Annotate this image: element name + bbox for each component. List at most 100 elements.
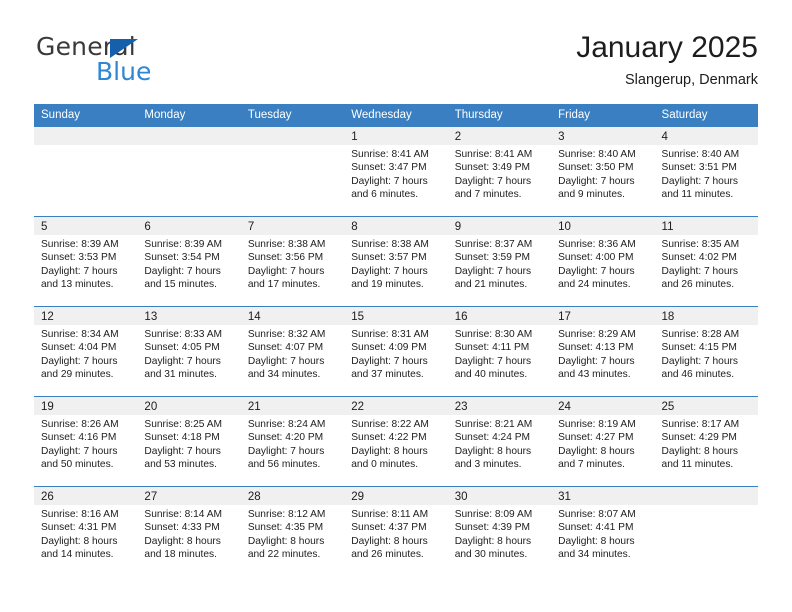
- sunset-text: Sunset: 3:47 PM: [351, 162, 427, 174]
- calendar-day-cell[interactable]: 24 Sunrise: 8:19 AM Sunset: 4:27 PM Dayligh…: [551, 396, 655, 486]
- brand-triangle-icon: [110, 39, 138, 58]
- day-number: 13: [144, 311, 158, 323]
- calendar-day-cell[interactable]: 22 Sunrise: 8:22 AM Sunset: 4:22 PM Dayligh…: [344, 396, 448, 486]
- sunrise-text: Sunrise: 8:16 AM: [41, 509, 119, 520]
- calendar-day-cell[interactable]: 21 Sunrise: 8:24 AM Sunset: 4:20 PM Dayligh…: [240, 396, 345, 486]
- daylight-text-line1: Daylight: 7 hours: [558, 265, 635, 277]
- calendar-day-cell[interactable]: 5 Sunrise: 8:39 AM Sunset: 3:53 PM Daylight…: [34, 216, 138, 306]
- calendar-day-cell[interactable]: 31 Sunrise: 8:07 AM Sunset: 4:41 PM Dayligh…: [551, 486, 655, 576]
- daylight-text-line2: and 29 minutes.: [41, 369, 114, 381]
- daylight-text-line2: and 46 minutes.: [661, 369, 735, 381]
- sunrise-text: Sunrise: 8:11 AM: [351, 509, 429, 520]
- daylight-text-line1: Daylight: 7 hours: [661, 265, 738, 277]
- daylight-text-line1: Daylight: 8 hours: [454, 445, 532, 457]
- weekday-header-row: Sunday Monday Tuesday Wednesday Thursday…: [34, 104, 758, 126]
- sunrise-text: Sunrise: 8:19 AM: [558, 419, 636, 430]
- day-number-bar: 8: [344, 217, 448, 235]
- sunrise-text: Sunrise: 8:29 AM: [558, 329, 636, 340]
- calendar-day-cell[interactable]: 9 Sunrise: 8:37 AM Sunset: 3:59 PM Daylight…: [447, 216, 552, 306]
- calendar-day-cell[interactable]: 16 Sunrise: 8:30 AM Sunset: 4:11 PM Dayligh…: [447, 306, 552, 396]
- day-details: Sunrise: 8:33 AM Sunset: 4:05 PM Daylight:…: [137, 325, 240, 382]
- day-number: 19: [41, 401, 54, 413]
- sunset-text: Sunset: 3:50 PM: [558, 162, 634, 174]
- daylight-text-line1: Daylight: 7 hours: [41, 355, 118, 367]
- sunset-text: Sunset: 3:56 PM: [247, 252, 324, 264]
- daylight-text-line2: and 37 minutes.: [351, 369, 424, 381]
- sunrise-text: Sunrise: 8:07 AM: [558, 509, 636, 520]
- calendar-day-cell[interactable]: 13 Sunrise: 8:33 AM Sunset: 4:05 PM Dayligh…: [137, 306, 241, 396]
- sunrise-text: Sunrise: 8:40 AM: [661, 149, 740, 160]
- calendar-day-cell[interactable]: 26 Sunrise: 8:16 AM Sunset: 4:31 PM Dayligh…: [34, 486, 138, 576]
- calendar-day-cell[interactable]: 20 Sunrise: 8:25 AM Sunset: 4:18 PM Dayligh…: [137, 396, 241, 486]
- calendar-cell-empty: [137, 126, 241, 216]
- sunrise-text: Sunrise: 8:14 AM: [144, 509, 223, 520]
- calendar-day-cell[interactable]: 4 Sunrise: 8:40 AM Sunset: 3:51 PM Daylight…: [654, 126, 758, 216]
- sunset-text: Sunset: 4:39 PM: [454, 522, 531, 534]
- day-number-bar: 15: [344, 307, 448, 325]
- daylight-text-line1: Daylight: 7 hours: [558, 175, 635, 187]
- daylight-text-line1: Daylight: 8 hours: [558, 535, 635, 547]
- calendar-day-cell[interactable]: 30 Sunrise: 8:09 AM Sunset: 4:39 PM Dayligh…: [447, 486, 552, 576]
- sunrise-text: Sunrise: 8:37 AM: [454, 239, 533, 250]
- sunset-text: Sunset: 4:15 PM: [661, 342, 737, 354]
- general-blue-logo[interactable]: General Blue: [34, 30, 264, 92]
- sunrise-text: Sunrise: 8:33 AM: [144, 329, 223, 340]
- calendar-day-cell[interactable]: 3 Sunrise: 8:40 AM Sunset: 3:50 PM Daylight…: [551, 126, 655, 216]
- calendar-day-cell[interactable]: 11 Sunrise: 8:35 AM Sunset: 4:02 PM Dayligh…: [654, 216, 758, 306]
- calendar-day-cell[interactable]: 17 Sunrise: 8:29 AM Sunset: 4:13 PM Dayligh…: [551, 306, 655, 396]
- day-number: 6: [144, 221, 151, 233]
- day-number-bar: 7: [240, 217, 345, 235]
- day-details: Sunrise: 8:39 AM Sunset: 3:53 PM Daylight:…: [34, 235, 137, 292]
- sunrise-text: Sunrise: 8:32 AM: [247, 329, 326, 340]
- day-number: 28: [247, 491, 261, 503]
- day-details: Sunrise: 8:28 AM Sunset: 4:15 PM Daylight:…: [655, 325, 758, 382]
- sunset-text: Sunset: 3:49 PM: [454, 162, 531, 174]
- day-details: Sunrise: 8:26 AM Sunset: 4:16 PM Daylight:…: [34, 415, 137, 472]
- day-details: Sunrise: 8:25 AM Sunset: 4:18 PM Daylight:…: [137, 415, 240, 472]
- daylight-text-line1: Daylight: 7 hours: [144, 265, 221, 277]
- day-number: 17: [558, 311, 571, 323]
- day-number-bar: 25: [654, 397, 758, 415]
- day-details: Sunrise: 8:17 AM Sunset: 4:29 PM Daylight:…: [655, 415, 758, 472]
- daylight-text-line2: and 34 minutes.: [558, 549, 631, 561]
- page-header: General Blue January 2025 Slangerup, Den…: [34, 30, 758, 98]
- day-number-bar: 3: [551, 127, 655, 145]
- calendar-day-cell[interactable]: 14 Sunrise: 8:32 AM Sunset: 4:07 PM Dayligh…: [240, 306, 345, 396]
- calendar-day-cell[interactable]: 10 Sunrise: 8:36 AM Sunset: 4:00 PM Dayligh…: [551, 216, 655, 306]
- day-number: 18: [661, 311, 675, 323]
- calendar-day-cell[interactable]: 8 Sunrise: 8:38 AM Sunset: 3:57 PM Daylight…: [344, 216, 448, 306]
- daylight-text-line2: and 7 minutes.: [454, 189, 522, 201]
- day-details: Sunrise: 8:40 AM Sunset: 3:50 PM Daylight:…: [551, 145, 654, 202]
- calendar-day-cell[interactable]: 18 Sunrise: 8:28 AM Sunset: 4:15 PM Dayligh…: [654, 306, 758, 396]
- weekday-thursday: Thursday: [454, 109, 503, 121]
- calendar-day-cell[interactable]: 7 Sunrise: 8:38 AM Sunset: 3:56 PM Daylight…: [240, 216, 345, 306]
- day-number-bar: 20: [137, 397, 241, 415]
- calendar-day-cell[interactable]: 27 Sunrise: 8:14 AM Sunset: 4:33 PM Dayligh…: [137, 486, 241, 576]
- weekday-saturday: Saturday: [661, 109, 708, 121]
- daylight-text-line1: Daylight: 8 hours: [41, 535, 118, 547]
- daylight-text-line1: Daylight: 7 hours: [247, 445, 325, 457]
- calendar-day-cell[interactable]: 23 Sunrise: 8:21 AM Sunset: 4:24 PM Dayligh…: [447, 396, 552, 486]
- day-number: 12: [41, 311, 54, 323]
- calendar-day-cell[interactable]: 6 Sunrise: 8:39 AM Sunset: 3:54 PM Daylight…: [137, 216, 241, 306]
- day-number: 26: [41, 491, 54, 503]
- calendar-day-cell[interactable]: 15 Sunrise: 8:31 AM Sunset: 4:09 PM Dayligh…: [344, 306, 448, 396]
- day-number: 8: [351, 221, 358, 233]
- calendar-day-cell[interactable]: 28 Sunrise: 8:12 AM Sunset: 4:35 PM Dayligh…: [240, 486, 345, 576]
- day-details: Sunrise: 8:31 AM Sunset: 4:09 PM Daylight:…: [344, 325, 447, 382]
- daylight-text-line1: Daylight: 7 hours: [454, 355, 532, 367]
- calendar-day-cell[interactable]: 29 Sunrise: 8:11 AM Sunset: 4:37 PM Dayligh…: [344, 486, 448, 576]
- calendar-day-cell[interactable]: 19 Sunrise: 8:26 AM Sunset: 4:16 PM Dayligh…: [34, 396, 138, 486]
- calendar-day-cell[interactable]: 25 Sunrise: 8:17 AM Sunset: 4:29 PM Dayligh…: [654, 396, 758, 486]
- day-number-bar: 23: [447, 397, 552, 415]
- calendar-day-cell[interactable]: 12 Sunrise: 8:34 AM Sunset: 4:04 PM Dayligh…: [34, 306, 138, 396]
- day-number: 25: [661, 401, 675, 413]
- day-details: Sunrise: 8:41 AM Sunset: 3:47 PM Daylight:…: [344, 145, 447, 202]
- day-details: Sunrise: 8:14 AM Sunset: 4:33 PM Daylight:…: [137, 505, 240, 562]
- day-number-bar: 5: [34, 217, 138, 235]
- calendar-day-cell[interactable]: 2 Sunrise: 8:41 AM Sunset: 3:49 PM Daylight…: [447, 126, 552, 216]
- calendar-day-cell[interactable]: 1 Sunrise: 8:41 AM Sunset: 3:47 PM Daylight…: [344, 126, 448, 216]
- calendar-cell-empty: [654, 486, 758, 576]
- daylight-text-line2: and 7 minutes.: [558, 459, 625, 471]
- sunset-text: Sunset: 4:16 PM: [41, 432, 117, 444]
